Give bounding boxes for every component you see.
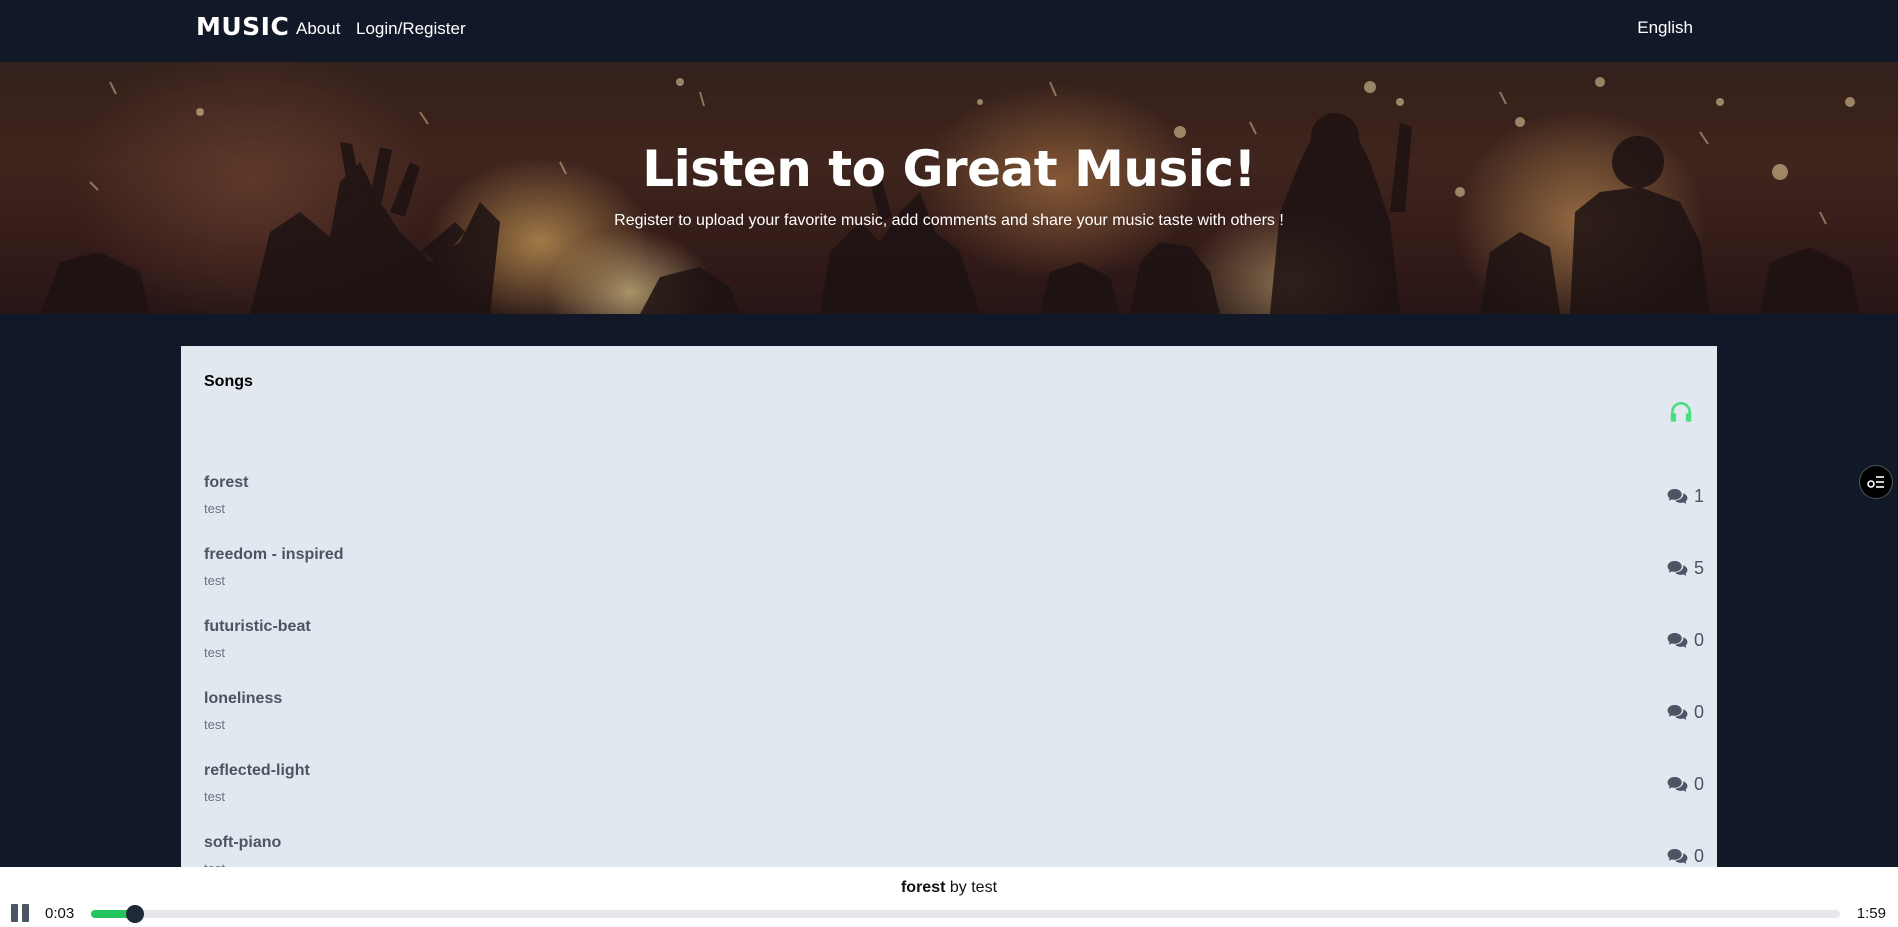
- progress-bar[interactable]: [91, 905, 1840, 923]
- song-title[interactable]: soft-piano: [204, 834, 281, 852]
- comment-count-value: 0: [1693, 774, 1704, 794]
- song-item[interactable]: futuristic-beat test 0: [181, 618, 1717, 690]
- comments-icon: [1667, 776, 1688, 792]
- nav-about-link[interactable]: About: [296, 19, 340, 39]
- comment-count: 0: [1667, 774, 1704, 795]
- song-item[interactable]: reflected-light test 0: [181, 762, 1717, 834]
- song-title[interactable]: futuristic-beat: [204, 618, 311, 636]
- song-artist: test: [204, 789, 225, 804]
- comment-count-value: 0: [1693, 702, 1704, 722]
- nav-login-register-link[interactable]: Login/Register: [356, 19, 466, 39]
- progress-handle[interactable]: [125, 905, 144, 923]
- song-title[interactable]: forest: [204, 474, 248, 492]
- playlist-icon: [1867, 476, 1884, 488]
- comment-count-value: 1: [1693, 486, 1704, 506]
- now-playing-artist: test: [971, 879, 998, 896]
- comment-count-value: 0: [1693, 630, 1704, 650]
- comments-icon: [1667, 848, 1688, 864]
- pause-button[interactable]: [11, 904, 31, 922]
- comment-count: 0: [1667, 702, 1704, 723]
- audio-player: forest by test 0:03 1:59: [0, 867, 1898, 927]
- song-item[interactable]: forest test 1: [181, 474, 1717, 546]
- hero-banner: Listen to Great Music! Register to uploa…: [0, 62, 1898, 314]
- comment-count: 5: [1667, 558, 1704, 579]
- song-artist: test: [204, 645, 225, 660]
- hero-subtitle: Register to upload your favorite music, …: [614, 212, 1284, 229]
- song-artist: test: [204, 717, 225, 732]
- song-item[interactable]: freedom - inspired test 5: [181, 546, 1717, 618]
- navbar: MUSIC About Login/Register English: [0, 0, 1898, 62]
- song-item[interactable]: loneliness test 0: [181, 690, 1717, 762]
- comment-count: 0: [1667, 630, 1704, 651]
- comments-icon: [1667, 632, 1688, 648]
- comment-count-value: 0: [1693, 846, 1704, 866]
- language-selector[interactable]: English: [1637, 18, 1693, 38]
- headphones-icon: [1670, 402, 1692, 422]
- song-artist: test: [204, 501, 225, 516]
- brand-logo[interactable]: MUSIC: [196, 12, 289, 41]
- now-playing: forest by test: [0, 879, 1898, 897]
- comments-icon: [1667, 560, 1688, 576]
- songs-heading: Songs: [204, 373, 253, 390]
- songs-panel: Songs forest test 1 freedom - inspired t…: [181, 346, 1717, 906]
- hero-title: Listen to Great Music!: [642, 140, 1256, 198]
- song-title[interactable]: reflected-light: [204, 762, 310, 780]
- total-time: 1:59: [1856, 905, 1886, 922]
- comment-count-value: 5: [1693, 558, 1704, 578]
- current-time: 0:03: [45, 905, 75, 922]
- now-playing-title: forest: [900, 879, 946, 896]
- comments-icon: [1667, 488, 1688, 504]
- song-artist: test: [204, 573, 225, 588]
- comment-count: 0: [1667, 846, 1704, 867]
- song-title[interactable]: freedom - inspired: [204, 546, 344, 564]
- song-title[interactable]: loneliness: [204, 690, 282, 708]
- comment-count: 1: [1667, 486, 1704, 507]
- comments-icon: [1667, 704, 1688, 720]
- now-playing-by: by: [949, 879, 967, 896]
- playlist-toggle-button[interactable]: [1859, 465, 1893, 499]
